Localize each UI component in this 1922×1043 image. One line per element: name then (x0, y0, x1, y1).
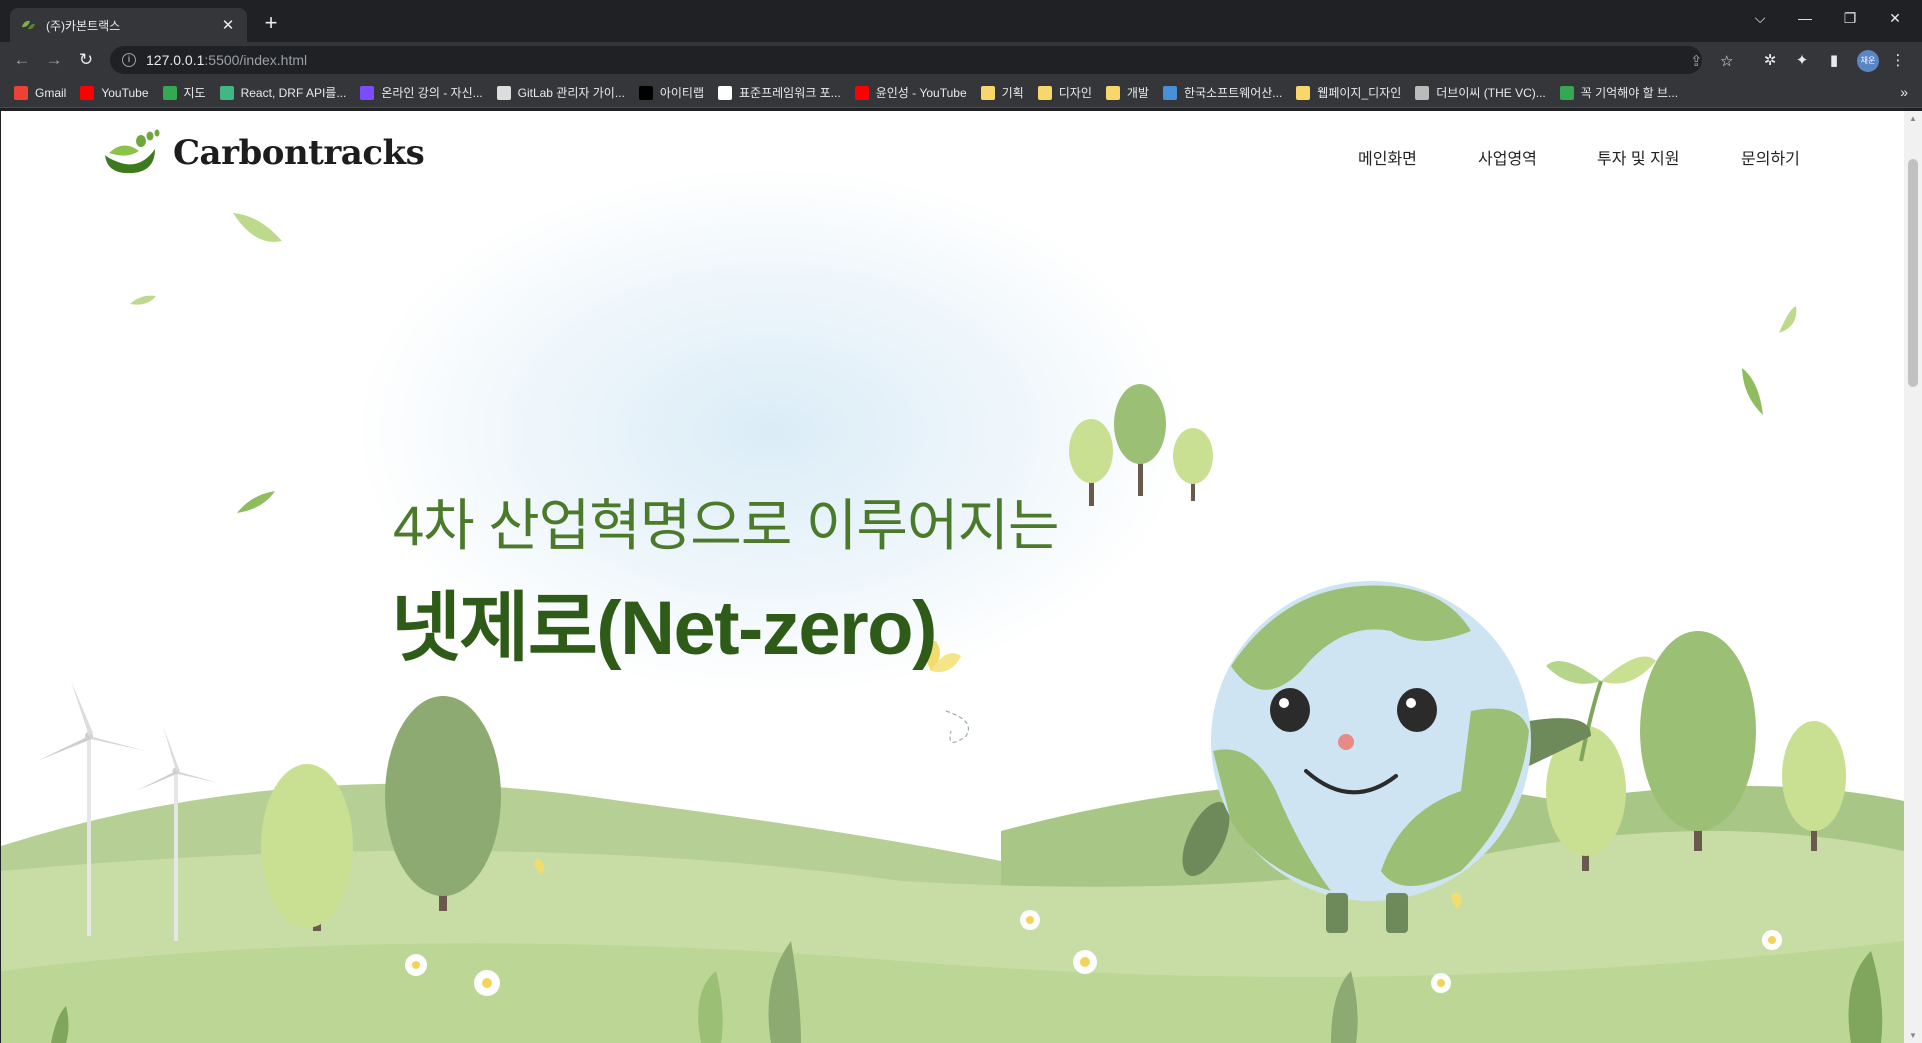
browser-toolbar: ← → ↻ i 127.0.0.1:5500/index.html ⇪ ☆ ✲ … (0, 42, 1922, 78)
bookmark-favicon-icon (162, 85, 177, 100)
hero-subtitle: 4차 산업혁명으로 이루어지는 (393, 494, 1060, 557)
bookmark-item[interactable]: Gmail (14, 85, 67, 100)
bookmark-favicon-icon (980, 85, 995, 100)
menu-kebab-icon[interactable]: ⋮ (1888, 51, 1908, 71)
bookmark-label: 웹페이지_디자인 (1317, 86, 1402, 100)
bookmark-item[interactable]: 꼭 기억해야 할 브... (1559, 84, 1679, 101)
bookmark-item[interactable]: 디자인 (1037, 84, 1092, 101)
bookmark-star-icon[interactable]: ☆ (1720, 52, 1733, 70)
bookmark-label: 기획 (1001, 86, 1024, 100)
bookmark-label: Gmail (35, 85, 67, 100)
bookmark-item[interactable]: 지도 (162, 84, 206, 101)
site-info-icon[interactable]: i (122, 53, 136, 67)
bookmark-label: React, DRF API를... (240, 86, 347, 100)
bookmark-favicon-icon (80, 85, 95, 100)
bookmark-favicon-icon (360, 85, 375, 100)
bookmark-favicon-icon (1162, 85, 1177, 100)
bookmark-item[interactable]: 표준프레임워크 포... (718, 84, 841, 101)
tab-title: (주)카본트랙스 (46, 18, 121, 33)
side-panel-icon[interactable]: ▮ (1824, 51, 1844, 71)
bookmark-favicon-icon (854, 85, 869, 100)
nav-business[interactable]: 사업영역 (1478, 145, 1537, 169)
bookmark-item[interactable]: 개발 (1105, 84, 1149, 101)
bookmark-favicon-icon (1415, 85, 1430, 100)
tab-search-chevron-icon[interactable]: ⌵ (1740, 10, 1780, 27)
bookmark-label: 표준프레임워크 포... (739, 86, 841, 100)
bookmark-favicon-icon (1296, 85, 1311, 100)
nav-main[interactable]: 메인화면 (1358, 145, 1417, 169)
browser-tab[interactable]: (주)카본트랙스 ✕ (10, 8, 247, 42)
bookmark-item[interactable]: 온라인 강의 - 자신... (360, 84, 483, 101)
bookmark-item[interactable]: 아이티랩 (638, 84, 705, 101)
tab-strip: (주)카본트랙스 ✕ + ⌵ — ❐ ✕ (0, 0, 1922, 42)
floating-leaf-icon (233, 213, 282, 242)
bookmark-item[interactable]: 더브이씨 (THE VC)... (1415, 84, 1546, 101)
floating-leaf-icon (1779, 306, 1797, 333)
bookmark-favicon-icon (638, 85, 653, 100)
bookmark-label: 더브이씨 (THE VC)... (1436, 86, 1546, 100)
nav-contact[interactable]: 문의하기 (1741, 145, 1800, 169)
bookmark-label: YouTube (101, 85, 149, 100)
address-bar[interactable]: i 127.0.0.1:5500/index.html (110, 46, 1702, 74)
bookmark-label: 꼭 기억해야 할 브... (1580, 86, 1679, 100)
site-header: Carbontracks 메인화면 사업영역 투자 및 지원 문의하기 (1, 111, 1904, 191)
site-logo[interactable]: Carbontracks (101, 129, 425, 177)
extension-gear-icon[interactable]: ✲ (1760, 51, 1780, 71)
carbontracks-logo-icon (105, 129, 160, 174)
extensions-puzzle-icon[interactable]: ✦ (1792, 51, 1812, 71)
profile-avatar[interactable]: 채운 (1857, 50, 1879, 72)
scrollbar-thumb[interactable] (1908, 159, 1918, 387)
bookmark-favicon-icon (1105, 85, 1120, 100)
back-arrow-icon[interactable]: ← (10, 48, 34, 72)
close-tab-icon[interactable]: ✕ (219, 16, 237, 34)
close-window-button[interactable]: ✕ (1875, 10, 1915, 27)
bookmarks-bar: Gmail YouTube 지도 React, DRF API를... 온라인 강의 -… (0, 78, 1922, 108)
bookmark-label: 지도 (183, 86, 206, 100)
hero-title: 넷제로(Net-zero) (391, 586, 937, 671)
bookmark-favicon-icon (219, 85, 234, 100)
page-viewport: Carbontracks 메인화면 사업영역 투자 및 지원 문의하기 4차 산… (1, 111, 1904, 1043)
share-icon[interactable]: ⇪ (1690, 52, 1703, 70)
bookmark-item[interactable]: GitLab 관리자 가이... (496, 84, 625, 101)
forward-arrow-icon[interactable]: → (42, 48, 66, 72)
url-text: 127.0.0.1:5500/index.html (146, 52, 308, 68)
more-bookmarks-chevron-icon[interactable]: » (1900, 84, 1908, 100)
bookmark-favicon-icon (1037, 85, 1052, 100)
floating-leaf-icon (1742, 368, 1763, 415)
bookmark-label: 한국소프트웨어산... (1183, 86, 1283, 100)
bookmark-favicon-icon (1559, 85, 1574, 100)
bookmark-item[interactable]: YouTube (80, 85, 149, 100)
scroll-down-arrow-icon[interactable]: ▼ (1909, 1031, 1917, 1040)
leaf-favicon-icon (22, 20, 35, 30)
page-scrollbar[interactable]: ▲ ▼ (1904, 111, 1922, 1043)
floating-leaf-icon (237, 491, 275, 513)
floating-leaf-icon (130, 295, 156, 305)
nav-investment[interactable]: 투자 및 지원 (1597, 145, 1680, 169)
bookmark-item[interactable]: 기획 (980, 84, 1024, 101)
bookmark-label: 온라인 강의 - 자신... (381, 86, 483, 100)
bookmark-favicon-icon (496, 85, 511, 100)
bookmark-label: 디자인 (1058, 86, 1092, 100)
bookmark-item[interactable]: 한국소프트웨어산... (1162, 84, 1283, 101)
new-tab-button[interactable]: + (259, 12, 283, 36)
bookmark-label: 개발 (1126, 86, 1149, 100)
bookmark-item[interactable]: 웹페이지_디자인 (1296, 84, 1401, 101)
bookmark-label: 아이티랩 (659, 86, 705, 100)
bookmark-label: 윤인성 - YouTube (875, 86, 967, 100)
nature-illustration (1, 213, 1904, 1043)
bookmark-item[interactable]: React, DRF API를... (219, 84, 347, 101)
bookmark-label: GitLab 관리자 가이... (517, 86, 625, 100)
restore-button[interactable]: ❐ (1830, 10, 1870, 27)
bookmark-item[interactable]: 윤인성 - YouTube (854, 84, 967, 101)
bookmark-favicon-icon (14, 85, 28, 100)
bookmark-favicon-icon (718, 85, 733, 100)
reload-icon[interactable]: ↻ (74, 48, 98, 72)
scroll-up-arrow-icon[interactable]: ▲ (1909, 114, 1917, 123)
logo-text: Carbontracks (173, 133, 425, 173)
minimize-button[interactable]: — (1785, 10, 1825, 26)
